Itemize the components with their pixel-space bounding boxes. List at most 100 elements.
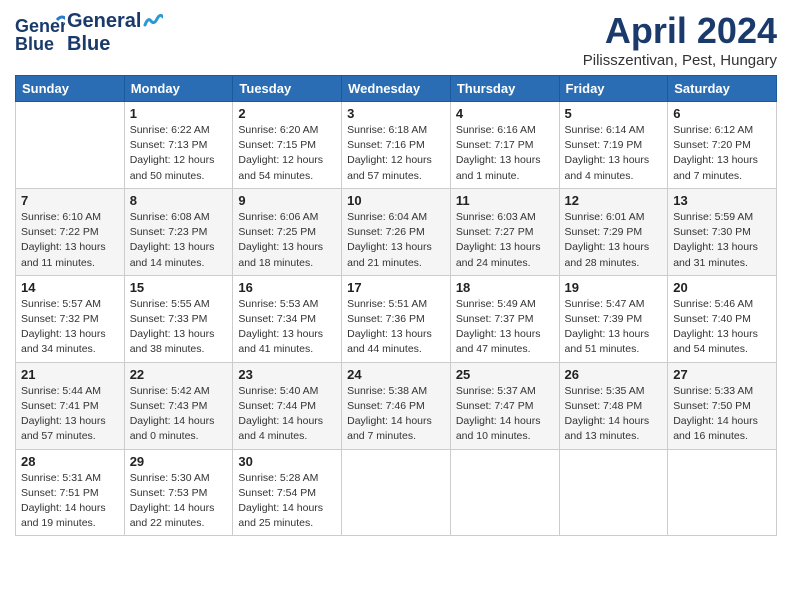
calendar-cell: 21 Sunrise: 5:44 AMSunset: 7:41 PMDayligh… bbox=[16, 362, 125, 449]
calendar-cell: 4 Sunrise: 6:16 AMSunset: 7:17 PMDaylight… bbox=[450, 102, 559, 189]
cell-info: Sunrise: 5:30 AMSunset: 7:53 PMDaylight:… bbox=[130, 471, 228, 532]
calendar-cell: 28 Sunrise: 5:31 AMSunset: 7:51 PMDayligh… bbox=[16, 449, 125, 536]
cell-info: Sunrise: 5:42 AMSunset: 7:43 PMDaylight:… bbox=[130, 384, 228, 445]
day-number: 4 bbox=[456, 106, 554, 121]
cell-info: Sunrise: 6:16 AMSunset: 7:17 PMDaylight:… bbox=[456, 123, 554, 184]
day-number: 23 bbox=[238, 367, 336, 382]
calendar-cell: 17Sunrise: 5:51 AMSunset: 7:36 PMDayligh… bbox=[342, 275, 451, 362]
day-number: 14 bbox=[21, 280, 119, 295]
weekday-header-row: SundayMondayTuesdayWednesdayThursdayFrid… bbox=[16, 76, 777, 102]
calendar-cell: 23 Sunrise: 5:40 AMSunset: 7:44 PMDayligh… bbox=[233, 362, 342, 449]
cell-info: Sunrise: 5:55 AMSunset: 7:33 PMDaylight:… bbox=[130, 297, 228, 358]
cell-info: Sunrise: 5:28 AMSunset: 7:54 PMDaylight:… bbox=[238, 471, 336, 532]
cell-info: Sunrise: 6:14 AMSunset: 7:19 PMDaylight:… bbox=[565, 123, 663, 184]
calendar-cell bbox=[16, 102, 125, 189]
day-number: 11 bbox=[456, 193, 554, 208]
day-number: 12 bbox=[565, 193, 663, 208]
cell-info: Sunrise: 6:01 AMSunset: 7:29 PMDaylight:… bbox=[565, 210, 663, 271]
calendar-cell: 9 Sunrise: 6:06 AMSunset: 7:25 PMDaylight… bbox=[233, 188, 342, 275]
calendar-cell bbox=[559, 449, 668, 536]
cell-info: Sunrise: 6:08 AMSunset: 7:23 PMDaylight:… bbox=[130, 210, 228, 271]
day-number: 22 bbox=[130, 367, 228, 382]
logo-icon: General Blue bbox=[15, 12, 65, 54]
calendar-week-row: 28 Sunrise: 5:31 AMSunset: 7:51 PMDayligh… bbox=[16, 449, 777, 536]
day-number: 13 bbox=[673, 193, 771, 208]
day-number: 28 bbox=[21, 454, 119, 469]
calendar-table: SundayMondayTuesdayWednesdayThursdayFrid… bbox=[15, 75, 777, 536]
logo-wave-icon bbox=[143, 11, 163, 31]
day-number: 7 bbox=[21, 193, 119, 208]
calendar-cell: 8 Sunrise: 6:08 AMSunset: 7:23 PMDaylight… bbox=[124, 188, 233, 275]
cell-info: Sunrise: 6:04 AMSunset: 7:26 PMDaylight:… bbox=[347, 210, 445, 271]
day-number: 25 bbox=[456, 367, 554, 382]
day-number: 26 bbox=[565, 367, 663, 382]
day-number: 19 bbox=[565, 280, 663, 295]
calendar-cell: 14 Sunrise: 5:57 AMSunset: 7:32 PMDayligh… bbox=[16, 275, 125, 362]
calendar-cell: 29Sunrise: 5:30 AMSunset: 7:53 PMDayligh… bbox=[124, 449, 233, 536]
cell-info: Sunrise: 5:53 AMSunset: 7:34 PMDaylight:… bbox=[238, 297, 336, 358]
cell-info: Sunrise: 6:18 AMSunset: 7:16 PMDaylight:… bbox=[347, 123, 445, 184]
cell-info: Sunrise: 5:31 AMSunset: 7:51 PMDaylight:… bbox=[21, 471, 119, 532]
cell-info: Sunrise: 5:44 AMSunset: 7:41 PMDaylight:… bbox=[21, 384, 119, 445]
calendar-cell: 22 Sunrise: 5:42 AMSunset: 7:43 PMDayligh… bbox=[124, 362, 233, 449]
cell-info: Sunrise: 6:12 AMSunset: 7:20 PMDaylight:… bbox=[673, 123, 771, 184]
calendar-cell: 7Sunrise: 6:10 AMSunset: 7:22 PMDaylight… bbox=[16, 188, 125, 275]
calendar-week-row: 1 Sunrise: 6:22 AMSunset: 7:13 PMDaylight… bbox=[16, 102, 777, 189]
day-number: 24 bbox=[347, 367, 445, 382]
cell-info: Sunrise: 5:33 AMSunset: 7:50 PMDaylight:… bbox=[673, 384, 771, 445]
day-number: 2 bbox=[238, 106, 336, 121]
cell-info: Sunrise: 6:20 AMSunset: 7:15 PMDaylight:… bbox=[238, 123, 336, 184]
weekday-header-thursday: Thursday bbox=[450, 76, 559, 102]
calendar-cell: 19Sunrise: 5:47 AMSunset: 7:39 PMDayligh… bbox=[559, 275, 668, 362]
day-number: 27 bbox=[673, 367, 771, 382]
calendar-week-row: 7Sunrise: 6:10 AMSunset: 7:22 PMDaylight… bbox=[16, 188, 777, 275]
cell-info: Sunrise: 5:38 AMSunset: 7:46 PMDaylight:… bbox=[347, 384, 445, 445]
calendar-cell: 3 Sunrise: 6:18 AMSunset: 7:16 PMDaylight… bbox=[342, 102, 451, 189]
title-block: April 2024 Pilisszentivan, Pest, Hungary bbox=[583, 10, 777, 69]
day-number: 20 bbox=[673, 280, 771, 295]
day-number: 18 bbox=[456, 280, 554, 295]
calendar-cell: 15 Sunrise: 5:55 AMSunset: 7:33 PMDayligh… bbox=[124, 275, 233, 362]
weekday-header-tuesday: Tuesday bbox=[233, 76, 342, 102]
cell-info: Sunrise: 6:06 AMSunset: 7:25 PMDaylight:… bbox=[238, 210, 336, 271]
calendar-cell: 11Sunrise: 6:03 AMSunset: 7:27 PMDayligh… bbox=[450, 188, 559, 275]
cell-info: Sunrise: 5:49 AMSunset: 7:37 PMDaylight:… bbox=[456, 297, 554, 358]
calendar-cell: 12 Sunrise: 6:01 AMSunset: 7:29 PMDayligh… bbox=[559, 188, 668, 275]
cell-info: Sunrise: 5:37 AMSunset: 7:47 PMDaylight:… bbox=[456, 384, 554, 445]
cell-info: Sunrise: 6:22 AMSunset: 7:13 PMDaylight:… bbox=[130, 123, 228, 184]
weekday-header-sunday: Sunday bbox=[16, 76, 125, 102]
day-number: 16 bbox=[238, 280, 336, 295]
calendar-week-row: 14 Sunrise: 5:57 AMSunset: 7:32 PMDayligh… bbox=[16, 275, 777, 362]
calendar-cell: 27 Sunrise: 5:33 AMSunset: 7:50 PMDayligh… bbox=[668, 362, 777, 449]
cell-info: Sunrise: 5:57 AMSunset: 7:32 PMDaylight:… bbox=[21, 297, 119, 358]
calendar-cell: 30 Sunrise: 5:28 AMSunset: 7:54 PMDayligh… bbox=[233, 449, 342, 536]
day-number: 3 bbox=[347, 106, 445, 121]
day-number: 1 bbox=[130, 106, 228, 121]
day-number: 10 bbox=[347, 193, 445, 208]
cell-info: Sunrise: 5:51 AMSunset: 7:36 PMDaylight:… bbox=[347, 297, 445, 358]
cell-info: Sunrise: 5:40 AMSunset: 7:44 PMDaylight:… bbox=[238, 384, 336, 445]
cell-info: Sunrise: 5:46 AMSunset: 7:40 PMDaylight:… bbox=[673, 297, 771, 358]
calendar-cell: 6Sunrise: 6:12 AMSunset: 7:20 PMDaylight… bbox=[668, 102, 777, 189]
calendar-cell: 24 Sunrise: 5:38 AMSunset: 7:46 PMDayligh… bbox=[342, 362, 451, 449]
day-number: 9 bbox=[238, 193, 336, 208]
cell-info: Sunrise: 5:59 AMSunset: 7:30 PMDaylight:… bbox=[673, 210, 771, 271]
location: Pilisszentivan, Pest, Hungary bbox=[583, 52, 777, 69]
logo-general: General bbox=[67, 10, 141, 33]
calendar-cell: 18 Sunrise: 5:49 AMSunset: 7:37 PMDayligh… bbox=[450, 275, 559, 362]
calendar-cell: 5 Sunrise: 6:14 AMSunset: 7:19 PMDaylight… bbox=[559, 102, 668, 189]
day-number: 30 bbox=[238, 454, 336, 469]
calendar-cell: 10 Sunrise: 6:04 AMSunset: 7:26 PMDayligh… bbox=[342, 188, 451, 275]
calendar-cell: 2 Sunrise: 6:20 AMSunset: 7:15 PMDaylight… bbox=[233, 102, 342, 189]
calendar-cell: 26Sunrise: 5:35 AMSunset: 7:48 PMDayligh… bbox=[559, 362, 668, 449]
day-number: 5 bbox=[565, 106, 663, 121]
day-number: 8 bbox=[130, 193, 228, 208]
page-header: General Blue General Blue April 2024 Pil… bbox=[15, 10, 777, 69]
svg-text:Blue: Blue bbox=[15, 34, 54, 54]
logo: General Blue General Blue bbox=[15, 10, 163, 56]
calendar-week-row: 21 Sunrise: 5:44 AMSunset: 7:41 PMDayligh… bbox=[16, 362, 777, 449]
day-number: 21 bbox=[21, 367, 119, 382]
calendar-cell: 16 Sunrise: 5:53 AMSunset: 7:34 PMDayligh… bbox=[233, 275, 342, 362]
calendar-cell: 13 Sunrise: 5:59 AMSunset: 7:30 PMDayligh… bbox=[668, 188, 777, 275]
day-number: 15 bbox=[130, 280, 228, 295]
